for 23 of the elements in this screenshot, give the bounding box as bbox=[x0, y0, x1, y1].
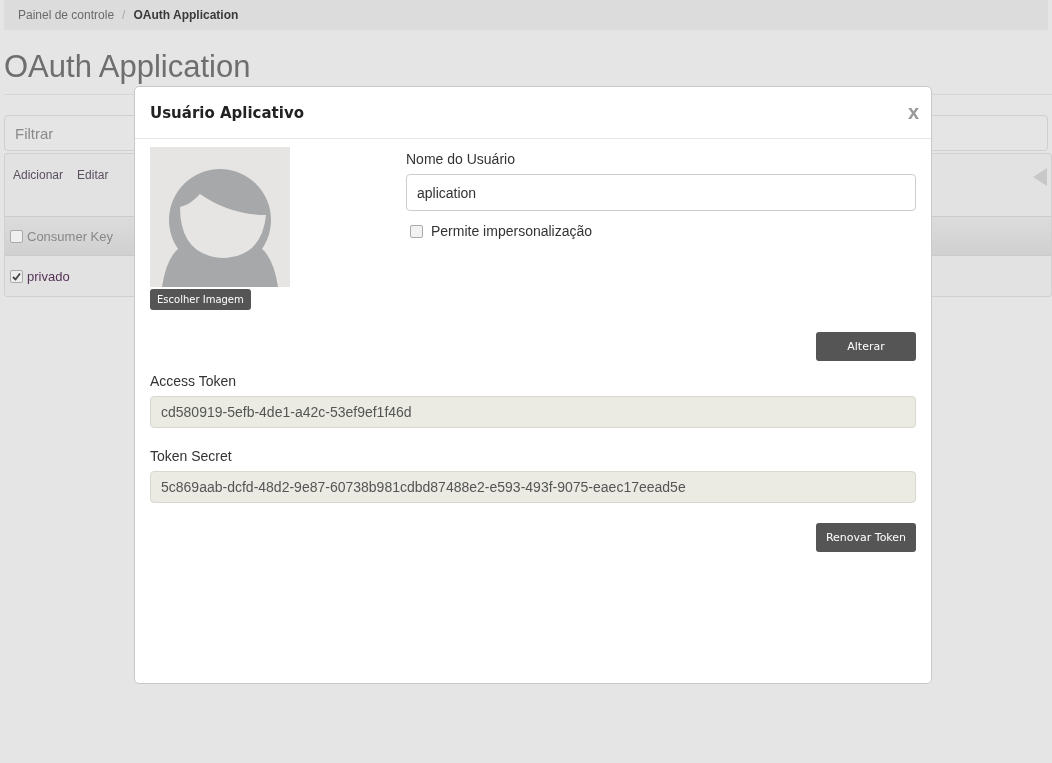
breadcrumb-item[interactable]: Painel de controle bbox=[18, 8, 115, 22]
page-title: OAuth Application bbox=[4, 50, 252, 84]
breadcrumb-separator: / bbox=[122, 8, 126, 22]
breadcrumb-item[interactable]: OAuth Application bbox=[133, 8, 239, 22]
change-button[interactable]: Alterar bbox=[816, 332, 916, 361]
renew-token-button[interactable]: Renovar Token bbox=[816, 523, 916, 552]
field-label: Access Token bbox=[150, 373, 238, 389]
user-name-field[interactable]: aplication bbox=[406, 174, 916, 211]
dialog-title: Usuário Aplicativo bbox=[150, 103, 304, 122]
field-label: Nome do Usuário bbox=[406, 151, 516, 167]
select-all-checkbox[interactable] bbox=[10, 229, 23, 243]
choose-image-button[interactable]: Escolher Imagem bbox=[150, 289, 251, 310]
column-header: Consumer Key bbox=[27, 228, 113, 244]
access-token-field[interactable]: cd580919-5efb-4de1-a42c-53ef9ef1f46d bbox=[150, 396, 916, 428]
row-checkbox[interactable] bbox=[10, 269, 23, 283]
field-label: Token Secret bbox=[150, 448, 233, 464]
checkbox-label: Permite impersonalização bbox=[431, 223, 593, 239]
token-secret-field[interactable]: 5c869aab-dcfd-48d2-9e87-60738b981cdbd87488e2-e593-493f-9075-eaec17eead5e bbox=[150, 471, 916, 503]
toolbar-link[interactable]: Adicionar bbox=[13, 168, 64, 216]
table-cell: privado bbox=[27, 268, 70, 284]
toolbar-link[interactable]: Editar bbox=[77, 168, 109, 216]
impersonation-checkbox[interactable] bbox=[410, 224, 423, 238]
collapse-arrow-icon[interactable] bbox=[1033, 168, 1047, 186]
